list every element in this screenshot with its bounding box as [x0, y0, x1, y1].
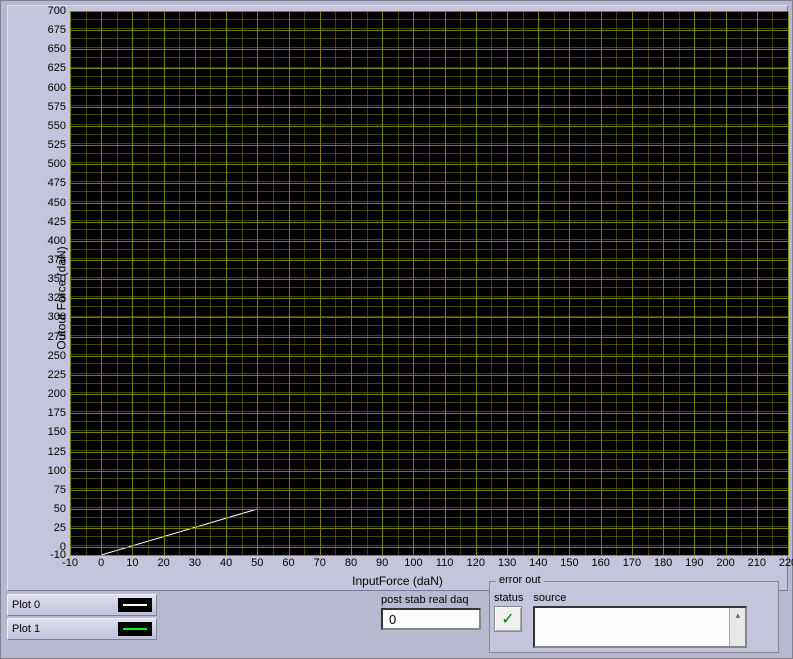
status-label: status — [494, 592, 523, 604]
legend-swatch — [118, 622, 152, 636]
source-label: source — [533, 592, 774, 604]
legend-label: Plot 1 — [12, 623, 112, 635]
post-stab-label: post stab real daq — [381, 594, 481, 606]
error-out-cluster: error out status ✓ source — [489, 581, 779, 653]
legend: Plot 0 Plot 1 — [7, 594, 157, 654]
legend-item-plot1[interactable]: Plot 1 — [7, 618, 157, 640]
plot-area[interactable] — [70, 11, 788, 555]
source-textbox[interactable] — [533, 606, 747, 648]
x-ticks: -100102030405060708090100110120130140150… — [70, 555, 788, 571]
check-icon: ✓ — [501, 609, 514, 629]
xy-graph[interactable]: Outout Force (daN) InputForce (daN) -100… — [7, 5, 788, 591]
x-axis-label: InputForce (daN) — [352, 574, 443, 588]
scrollbar[interactable] — [729, 608, 745, 646]
error-out-label: error out — [496, 574, 544, 586]
status-indicator: ✓ — [494, 606, 522, 632]
legend-label: Plot 0 — [12, 599, 112, 611]
post-stab-field: post stab real daq 0 — [381, 594, 481, 630]
labview-panel: Outout Force (daN) InputForce (daN) -100… — [0, 0, 793, 659]
post-stab-value[interactable]: 0 — [381, 608, 481, 630]
y-ticks: -100255075100125150175200225250275300325… — [38, 11, 68, 555]
legend-swatch — [118, 598, 152, 612]
legend-item-plot0[interactable]: Plot 0 — [7, 594, 157, 616]
